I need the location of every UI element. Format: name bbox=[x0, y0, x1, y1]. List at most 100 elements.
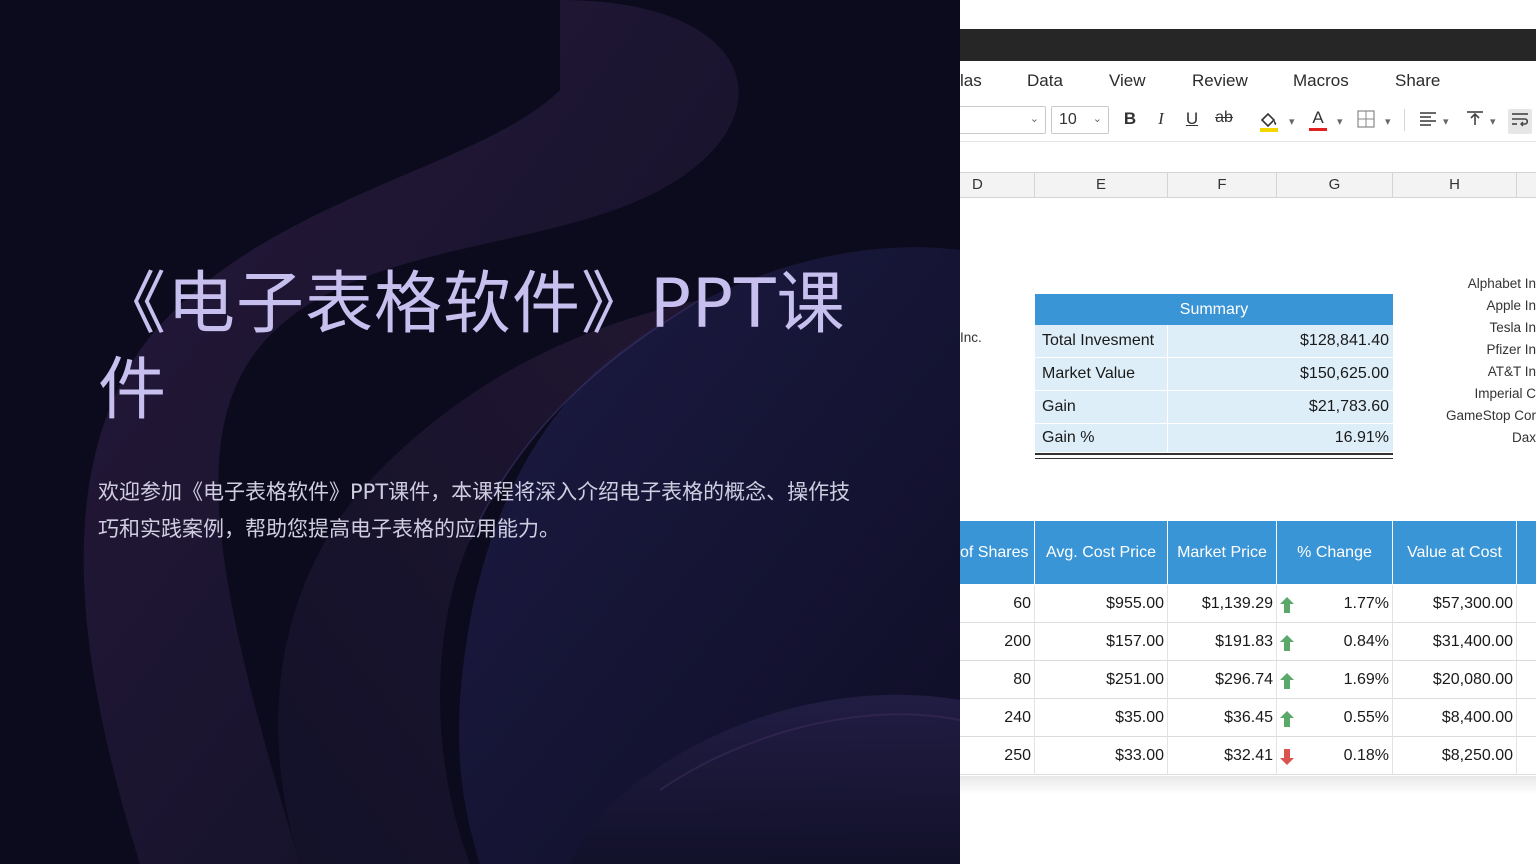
cell-avg-cost: $955.00 bbox=[1035, 585, 1168, 623]
company-label: Dax bbox=[1511, 430, 1536, 445]
company-label: Apple In bbox=[1486, 298, 1536, 313]
header-avg-cost[interactable]: Avg. Cost Price bbox=[1035, 521, 1168, 584]
company-label: Imperial C bbox=[1474, 386, 1536, 401]
chevron-down-icon[interactable]: ▾ bbox=[1490, 115, 1496, 128]
wrap-text-icon bbox=[1512, 113, 1529, 127]
summary-double-underline bbox=[1035, 453, 1393, 459]
cell-change: 1.77% bbox=[1277, 585, 1393, 623]
cell-market-price: $1,139.29 bbox=[1168, 585, 1277, 623]
menu-item-macros[interactable]: Macros bbox=[1293, 71, 1349, 91]
chevron-down-icon: ⌄ bbox=[1029, 113, 1039, 125]
summary-row[interactable]: Gain $21,783.60 bbox=[1035, 391, 1393, 424]
summary-title: Summary bbox=[1035, 294, 1393, 325]
cell-divider bbox=[1167, 325, 1168, 357]
title-slide: 《电子表格软件》PPT课件 欢迎参加《电子表格软件》PPT课件，本课程将深入介绍… bbox=[0, 0, 960, 864]
font-color-button[interactable]: A bbox=[1306, 109, 1330, 131]
cell-value-at-cost: $57,300.00 bbox=[1393, 585, 1517, 623]
column-headers: D E F G H bbox=[960, 172, 1536, 198]
header-value-at-cost[interactable]: Value at Cost bbox=[1393, 521, 1517, 584]
toolbar-divider bbox=[960, 141, 1536, 142]
vertical-align-button[interactable] bbox=[1463, 109, 1487, 134]
column-header-h[interactable]: H bbox=[1393, 173, 1517, 197]
borders-icon bbox=[1357, 110, 1375, 128]
cell-avg-cost: $35.00 bbox=[1035, 699, 1168, 737]
window-titlebar bbox=[960, 29, 1536, 61]
formatting-toolbar: ⌄ 10 ⌄ B I U ab ▾ A ▾ ▾ ▾ ▾ bbox=[960, 101, 1536, 141]
cell-market-price: $296.74 bbox=[1168, 661, 1277, 699]
menu-item-review[interactable]: Review bbox=[1192, 71, 1248, 91]
holdings-table-header: of Shares Avg. Cost Price Market Price %… bbox=[960, 521, 1536, 584]
menu-bar: las Data View Review Macros Share bbox=[960, 61, 1536, 101]
table-row[interactable]: 200 $157.00 $191.83 0.84% $31,400.00 bbox=[960, 623, 1536, 661]
table-row[interactable]: 250 $33.00 $32.41 0.18% $8,250.00 bbox=[960, 737, 1536, 775]
header-change[interactable]: % Change bbox=[1277, 521, 1393, 584]
cell-value-at-cost: $20,080.00 bbox=[1393, 661, 1517, 699]
company-label: Alphabet In bbox=[1467, 276, 1536, 291]
cell-divider bbox=[1167, 358, 1168, 390]
strikethrough-button[interactable]: ab bbox=[1212, 109, 1236, 127]
menu-item-share[interactable]: Share bbox=[1395, 71, 1440, 91]
summary-value: 16.91% bbox=[1334, 429, 1389, 446]
slide-title: 《电子表格软件》PPT课件 bbox=[98, 265, 846, 430]
column-header-d[interactable]: D bbox=[960, 173, 1035, 197]
company-label: GameStop Cor bbox=[1445, 408, 1536, 423]
menu-item-formulas[interactable]: las bbox=[960, 71, 982, 91]
chevron-down-icon[interactable]: ▾ bbox=[1289, 115, 1295, 128]
spreadsheet-screenshot: las Data View Review Macros Share ⌄ 10 ⌄… bbox=[960, 0, 1536, 864]
chevron-down-icon[interactable]: ▾ bbox=[1385, 115, 1391, 128]
cell-shares: 60 bbox=[960, 585, 1035, 623]
font-color-letter: A bbox=[1312, 108, 1324, 127]
column-header-i[interactable] bbox=[1517, 173, 1536, 197]
cell-shares: 250 bbox=[960, 737, 1035, 775]
font-family-select[interactable]: ⌄ bbox=[960, 106, 1046, 134]
summary-row[interactable]: Market Value $150,625.00 bbox=[1035, 358, 1393, 391]
cell-change: 1.69% bbox=[1277, 661, 1393, 699]
italic-button[interactable]: I bbox=[1149, 109, 1173, 129]
font-size-select[interactable]: 10 ⌄ bbox=[1051, 106, 1109, 134]
fill-color-button[interactable] bbox=[1257, 109, 1281, 138]
company-label: AT&T In bbox=[1487, 364, 1536, 379]
summary-row[interactable]: Gain % 16.91% bbox=[1035, 424, 1393, 453]
align-left-button[interactable] bbox=[1416, 109, 1440, 134]
column-header-f[interactable]: F bbox=[1168, 173, 1277, 197]
header-shares[interactable]: of Shares bbox=[960, 521, 1035, 584]
cell-divider bbox=[1167, 424, 1168, 452]
bold-button[interactable]: B bbox=[1118, 109, 1142, 129]
table-row[interactable]: 240 $35.00 $36.45 0.55% $8,400.00 bbox=[960, 699, 1536, 737]
wrap-text-button[interactable] bbox=[1508, 109, 1532, 134]
paint-bucket-icon bbox=[1260, 112, 1278, 132]
toolbar-separator bbox=[1404, 109, 1405, 131]
cell-value-at-cost: $8,400.00 bbox=[1393, 699, 1517, 737]
header-market-price[interactable]: Market Price bbox=[1168, 521, 1277, 584]
cell-divider bbox=[1167, 391, 1168, 423]
summary-row[interactable]: Total Invesment $128,841.40 bbox=[1035, 325, 1393, 358]
summary-table: Summary Total Invesment $128,841.40 Mark… bbox=[1035, 294, 1393, 459]
company-label: Pfizer In bbox=[1486, 342, 1536, 357]
menu-item-data[interactable]: Data bbox=[1027, 71, 1063, 91]
cell-value-at-cost: $8,250.00 bbox=[1393, 737, 1517, 775]
align-left-icon bbox=[1420, 112, 1436, 126]
cell-shares: 80 bbox=[960, 661, 1035, 699]
column-header-g[interactable]: G bbox=[1277, 173, 1393, 197]
table-drop-shadow bbox=[960, 776, 1536, 794]
chevron-down-icon[interactable]: ▾ bbox=[1337, 115, 1343, 128]
cell-avg-cost: $251.00 bbox=[1035, 661, 1168, 699]
cell-change: 0.55% bbox=[1277, 699, 1393, 737]
borders-button[interactable] bbox=[1354, 109, 1378, 134]
chevron-down-icon[interactable]: ▾ bbox=[1443, 115, 1449, 128]
summary-label: Gain bbox=[1042, 398, 1076, 415]
cell-market-price: $32.41 bbox=[1168, 737, 1277, 775]
font-color-swatch bbox=[1309, 128, 1327, 131]
table-row[interactable]: 60 $955.00 $1,139.29 1.77% $57,300.00 bbox=[960, 585, 1536, 623]
underline-button[interactable]: U bbox=[1180, 109, 1204, 129]
column-header-e[interactable]: E bbox=[1035, 173, 1168, 197]
summary-value: $128,841.40 bbox=[1300, 332, 1389, 349]
cell-avg-cost: $157.00 bbox=[1035, 623, 1168, 661]
menu-item-view[interactable]: View bbox=[1109, 71, 1146, 91]
cell-avg-cost: $33.00 bbox=[1035, 737, 1168, 775]
header-clipped bbox=[1517, 521, 1536, 584]
summary-value: $21,783.60 bbox=[1308, 398, 1389, 415]
align-top-icon bbox=[1467, 111, 1483, 125]
table-row[interactable]: 80 $251.00 $296.74 1.69% $20,080.00 bbox=[960, 661, 1536, 699]
cell-market-price: $36.45 bbox=[1168, 699, 1277, 737]
